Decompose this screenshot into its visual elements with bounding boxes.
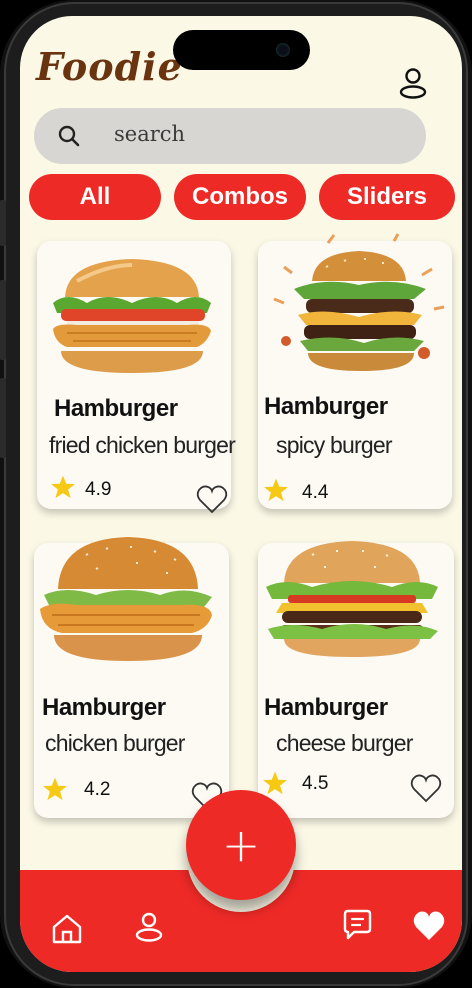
product-rating: 4.4 bbox=[302, 482, 329, 503]
product-subtitle: cheese burger bbox=[276, 730, 413, 756]
star-icon bbox=[264, 478, 288, 502]
search-placeholder: search bbox=[114, 122, 186, 146]
phone-side-button bbox=[0, 378, 6, 458]
heart-icon[interactable] bbox=[412, 909, 446, 943]
product-rating: 4.5 bbox=[302, 773, 329, 794]
user-profile-icon[interactable] bbox=[396, 66, 430, 100]
camera-icon bbox=[276, 43, 290, 57]
star-icon bbox=[263, 771, 287, 795]
star-icon bbox=[51, 475, 75, 499]
product-card[interactable]: Hamburger fried chicken burger 4.9 bbox=[37, 241, 236, 514]
phone-side-button bbox=[0, 280, 6, 360]
product-card[interactable]: Hamburger spicy burger 4.4 bbox=[258, 233, 452, 509]
heart-outline-icon[interactable] bbox=[196, 484, 228, 514]
heart-outline-icon[interactable] bbox=[410, 773, 442, 803]
product-subtitle: fried chicken burger bbox=[49, 432, 236, 458]
product-title: Hamburger bbox=[264, 393, 388, 420]
chat-icon[interactable] bbox=[340, 908, 374, 942]
product-card[interactable]: Hamburger cheese burger 4.5 bbox=[258, 541, 454, 818]
phone-side-button bbox=[0, 200, 6, 246]
spicy-burger-image bbox=[273, 233, 445, 371]
add-button[interactable]: + bbox=[186, 790, 296, 900]
product-subtitle: chicken burger bbox=[45, 730, 185, 756]
product-title: Hamburger bbox=[54, 395, 178, 422]
category-chip-combos[interactable]: Combos bbox=[174, 174, 306, 220]
category-chip-all[interactable]: All bbox=[29, 174, 161, 220]
product-title: Hamburger bbox=[264, 694, 388, 721]
product-rating: 4.9 bbox=[85, 479, 112, 500]
product-card[interactable]: Hamburger chicken burger 4.2 bbox=[34, 537, 229, 818]
product-subtitle: spicy burger bbox=[276, 432, 392, 458]
phone-frame: Foodie search All Combos Sliders Hamburg… bbox=[0, 0, 472, 988]
search-bar[interactable]: search bbox=[34, 108, 426, 164]
app-logo: Foodie bbox=[36, 44, 183, 89]
fried-chicken-burger-image bbox=[53, 259, 211, 373]
product-title: Hamburger bbox=[42, 694, 166, 721]
user-icon[interactable] bbox=[132, 910, 166, 944]
app-screen: Foodie search All Combos Sliders Hamburg… bbox=[20, 16, 462, 972]
cheese-burger-image bbox=[266, 541, 438, 657]
star-icon bbox=[43, 777, 67, 801]
category-chip-sliders[interactable]: Sliders bbox=[319, 174, 455, 220]
home-icon[interactable] bbox=[50, 912, 84, 946]
product-rating: 4.2 bbox=[84, 779, 111, 800]
chicken-burger-image bbox=[40, 537, 212, 661]
dynamic-island bbox=[173, 30, 310, 70]
search-icon bbox=[58, 125, 80, 147]
